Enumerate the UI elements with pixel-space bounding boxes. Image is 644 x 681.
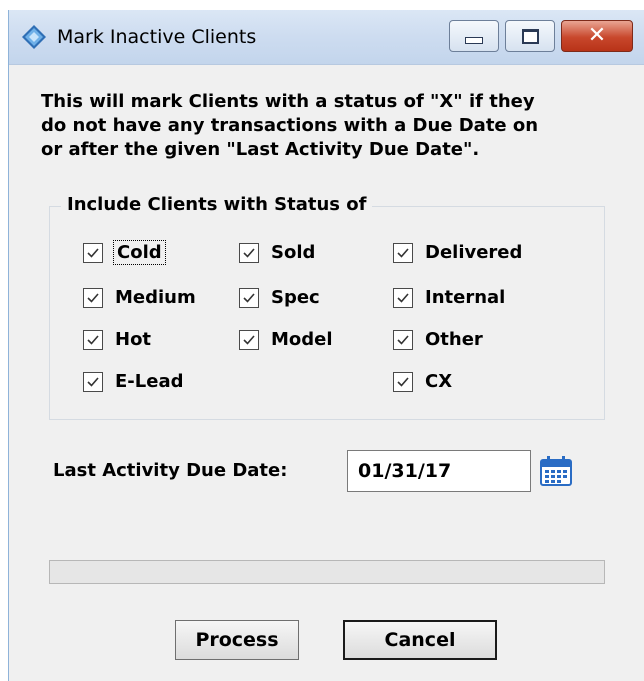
check-icon: [243, 334, 255, 345]
checkbox-box[interactable]: [239, 242, 259, 263]
checkbox-hot[interactable]: Hot: [83, 329, 151, 350]
checkbox-box[interactable]: [83, 371, 103, 392]
checkbox-label: Hot: [115, 329, 152, 350]
checkbox-cx[interactable]: CX: [393, 371, 452, 392]
check-icon: [87, 247, 99, 258]
checkbox-box[interactable]: [83, 287, 103, 308]
check-icon: [87, 334, 99, 345]
checkbox-box[interactable]: [393, 329, 413, 350]
maximize-icon: [521, 28, 539, 44]
maximize-button[interactable]: [505, 20, 555, 52]
minimize-button[interactable]: [449, 20, 499, 52]
checkbox-label: Medium: [115, 287, 196, 308]
checkbox-label: Spec: [271, 287, 320, 308]
close-icon: ✕: [587, 23, 607, 48]
checkbox-label: Sold: [271, 242, 316, 263]
checkbox-box[interactable]: [393, 242, 413, 263]
checkbox-other[interactable]: Other: [393, 329, 483, 350]
checkbox-box[interactable]: [83, 329, 103, 350]
app-icon: [22, 25, 46, 49]
checkbox-model[interactable]: Model: [239, 329, 333, 350]
check-icon: [397, 334, 409, 345]
checkbox-cold[interactable]: Cold: [83, 240, 166, 265]
checkbox-delivered[interactable]: Delivered: [393, 242, 522, 263]
progress-bar: [49, 560, 605, 584]
cancel-button[interactable]: Cancel: [343, 620, 497, 660]
check-icon: [243, 292, 255, 303]
checkbox-box[interactable]: [393, 371, 413, 392]
check-icon: [87, 376, 99, 387]
checkbox-label: E-Lead: [115, 371, 184, 392]
checkbox-e-lead[interactable]: E-Lead: [83, 371, 183, 392]
checkbox-label: Cold: [113, 240, 166, 265]
description-line: do not have any transactions with a Due …: [41, 115, 539, 136]
checkbox-box[interactable]: [393, 287, 413, 308]
checkbox-internal[interactable]: Internal: [393, 287, 505, 308]
process-button[interactable]: Process: [175, 620, 299, 660]
window-title: Mark Inactive Clients: [57, 26, 257, 48]
check-icon: [243, 247, 255, 258]
checkbox-label: Delivered: [425, 242, 523, 263]
checkbox-box[interactable]: [83, 242, 103, 263]
minimize-icon: [465, 36, 483, 44]
checkbox-label: Model: [271, 329, 333, 350]
check-icon: [397, 376, 409, 387]
description-line: This will mark Clients with a status of …: [41, 91, 535, 112]
checkbox-spec[interactable]: Spec: [239, 287, 320, 308]
checkbox-box[interactable]: [239, 287, 259, 308]
checkbox-medium[interactable]: Medium: [83, 287, 196, 308]
description-line: or after the given "Last Activity Due Da…: [41, 139, 480, 160]
checkbox-label: Other: [425, 329, 483, 350]
last-activity-date-input[interactable]: [347, 450, 531, 492]
close-button[interactable]: ✕: [561, 20, 633, 52]
last-activity-label: Last Activity Due Date:: [53, 460, 288, 481]
check-icon: [397, 247, 409, 258]
checkbox-label: Internal: [425, 287, 506, 308]
check-icon: [397, 292, 409, 303]
dialog-window: Mark Inactive Clients ✕ This will mark C…: [8, 10, 644, 681]
title-bar[interactable]: Mark Inactive Clients ✕: [9, 10, 644, 65]
status-group-legend: Include Clients with Status of: [61, 194, 373, 215]
check-icon: [87, 292, 99, 303]
checkbox-box[interactable]: [239, 329, 259, 350]
checkbox-sold[interactable]: Sold: [239, 242, 315, 263]
description-text: This will mark Clients with a status of …: [41, 90, 641, 162]
calendar-icon[interactable]: [539, 455, 573, 487]
checkbox-label: CX: [425, 371, 453, 392]
